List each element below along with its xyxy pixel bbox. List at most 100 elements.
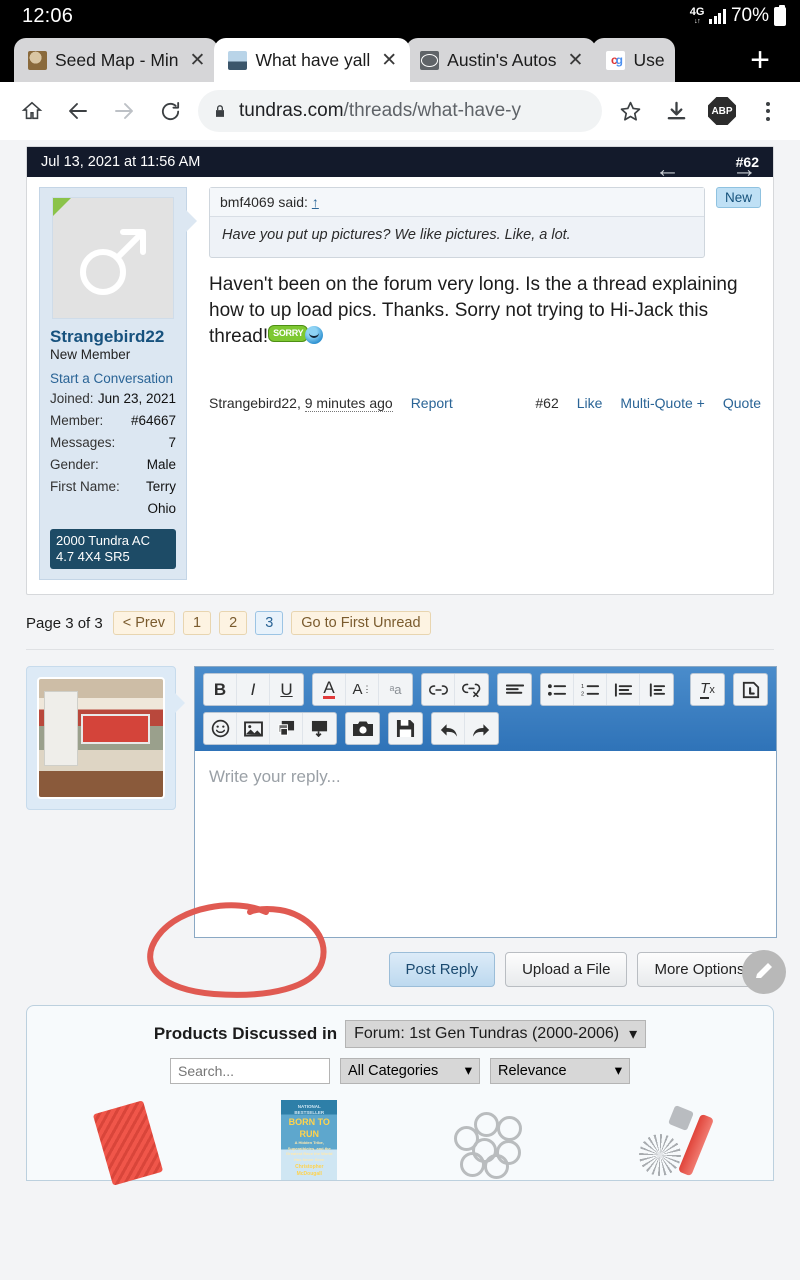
upload-a-file-button[interactable]: Upload a File <box>505 952 628 988</box>
author-field: Member: #64667 <box>50 413 176 429</box>
undo-icon[interactable] <box>432 713 465 745</box>
page-button-2[interactable]: 2 <box>219 611 248 636</box>
battery-percent-label: 70% <box>730 5 769 26</box>
numbered-list-icon[interactable]: 12 <box>574 674 607 706</box>
outdent-icon[interactable] <box>607 674 640 706</box>
indent-icon[interactable] <box>640 674 673 705</box>
online-indicator <box>53 198 71 216</box>
attachment-thumbnail-image <box>37 677 165 800</box>
avatar[interactable] <box>52 197 174 319</box>
browser-tab-seed-map[interactable]: Seed Map - Min ✕ <box>14 38 219 82</box>
product-thumbnail-red-mat[interactable] <box>83 1100 173 1186</box>
reload-icon[interactable] <box>148 89 192 133</box>
battery-icon <box>774 4 786 26</box>
font-size-icon[interactable]: A ⋮ <box>346 674 379 706</box>
insert-media-icon[interactable] <box>270 713 303 745</box>
download-icon[interactable] <box>654 89 698 133</box>
like-button[interactable]: Like <box>577 395 603 411</box>
svg-text:2: 2 <box>581 691 584 696</box>
male-gender-icon <box>80 229 146 296</box>
adblock-button[interactable]: ABP <box>700 89 744 133</box>
camera-icon[interactable] <box>346 713 379 744</box>
new-tab-button[interactable]: + <box>750 43 770 77</box>
edit-pencil-icon[interactable] <box>742 950 786 995</box>
page-indicator: Page 3 of 3 <box>26 614 103 632</box>
quote-button[interactable]: Quote <box>723 395 761 411</box>
url-path: /threads/what-have-y <box>343 100 521 121</box>
insert-quote-icon[interactable] <box>303 713 336 744</box>
post-author-card: Strangebird22 New Member Start a Convers… <box>39 187 197 581</box>
author-field: Messages: 7 <box>50 435 176 451</box>
go-to-first-unread-button[interactable]: Go to First Unread <box>291 611 431 636</box>
jump-to-quote-icon[interactable]: ↑ <box>312 194 319 210</box>
author-title: New Member <box>50 347 131 363</box>
page-button-1[interactable]: 1 <box>183 611 212 636</box>
bold-icon[interactable]: B <box>204 674 237 706</box>
next-post-arrow-icon[interactable]: → <box>732 155 757 184</box>
prev-page-button[interactable]: < Prev <box>112 611 176 636</box>
start-conversation-link[interactable]: Start a Conversation <box>50 371 176 386</box>
quote-text: Have you put up pictures? We like pictur… <box>222 227 571 243</box>
star-icon[interactable] <box>608 89 652 133</box>
tab-title: Austin's Autos <box>447 49 557 70</box>
category-select[interactable]: All Categories ▾ <box>340 1058 480 1085</box>
post-timestamp[interactable]: 9 minutes ago <box>304 394 393 412</box>
product-search-input[interactable] <box>170 1058 330 1085</box>
post-content: New bmf4069 said: ↑ Have you put up pict… <box>187 155 761 580</box>
reply-editor-area: B I U A A ⋮ ᵃa 1 2 T x Write your reply.… <box>26 666 777 939</box>
forward-arrow-icon <box>102 89 146 133</box>
close-icon[interactable]: ✕ <box>565 49 587 72</box>
align-icon[interactable] <box>498 674 531 705</box>
remove-link-icon[interactable] <box>455 674 488 705</box>
redo-icon[interactable] <box>465 713 498 744</box>
product-thumbnail-clamp-pliers[interactable] <box>627 1100 717 1180</box>
signal-strength-icon <box>709 8 726 24</box>
author-vehicle-banner: 2000 Tundra AC 4.7 4X4 SR5 <box>50 528 176 570</box>
close-icon[interactable]: ✕ <box>187 49 209 72</box>
forum-select[interactable]: Forum: 1st Gen Tundras (2000-2006) ▾ <box>345 1020 647 1049</box>
prev-post-arrow-icon[interactable]: ← <box>655 155 680 184</box>
remove-formatting-icon[interactable]: Tx <box>691 674 724 705</box>
insert-link-icon[interactable] <box>422 674 455 706</box>
toggle-bbcode-icon[interactable] <box>734 674 767 705</box>
quote-header[interactable]: bmf4069 said: ↑ <box>210 188 704 217</box>
bullet-list-icon[interactable] <box>541 674 574 706</box>
footer-post-number[interactable]: #62 <box>535 395 558 411</box>
tab-title: Use <box>633 49 665 70</box>
browser-tab-what-have-yall[interactable]: What have yall ✕ <box>214 38 411 82</box>
products-title: Products Discussed in <box>153 1024 338 1044</box>
text-color-icon[interactable]: A <box>313 674 346 706</box>
underline-icon[interactable]: U <box>270 674 303 705</box>
reply-actions: Post Reply Upload a File More Options... <box>26 902 786 998</box>
browser-tab-use[interactable]: cg Use <box>592 38 675 82</box>
page-button-3[interactable]: 3 <box>255 611 284 636</box>
sort-select[interactable]: Relevance ▾ <box>490 1058 630 1085</box>
editor-toolbar: B I U A A ⋮ ᵃa 1 2 T x <box>195 667 776 752</box>
address-bar[interactable]: tundras.com/threads/what-have-y <box>198 90 602 132</box>
attachment-preview[interactable] <box>26 666 185 811</box>
back-arrow-icon[interactable] <box>56 89 100 133</box>
reply-textarea[interactable]: Write your reply... <box>195 751 776 937</box>
report-link[interactable]: Report <box>411 395 453 411</box>
browser-tab-austins-autos[interactable]: Austin's Autos ✕ <box>406 38 597 82</box>
close-icon[interactable]: ✕ <box>378 49 400 72</box>
product-thumbnail-born-to-run[interactable]: NATIONAL BESTSELLER BORN TO RUN A Hidden… <box>264 1100 354 1181</box>
pagination: Page 3 of 3 < Prev 1 2 3 Go to First Unr… <box>26 611 774 651</box>
save-draft-icon[interactable] <box>389 713 422 744</box>
author-username[interactable]: Strangebird22 <box>50 327 176 347</box>
smilies-icon[interactable] <box>204 713 237 745</box>
post-message: Haven't been on the forum very long. Is … <box>209 272 761 351</box>
post-nav-arrows: ← → <box>655 155 757 184</box>
italic-icon[interactable]: I <box>237 674 270 706</box>
menu-kebab-icon[interactable] <box>746 89 790 133</box>
insert-image-icon[interactable] <box>237 713 270 745</box>
font-family-icon[interactable]: ᵃa <box>379 674 412 705</box>
home-icon[interactable] <box>10 89 54 133</box>
post-reply-button[interactable]: Post Reply <box>388 952 496 988</box>
product-thumbnail-hose-clamps[interactable] <box>446 1100 536 1180</box>
browser-toolbar: tundras.com/threads/what-have-y ABP <box>0 82 800 140</box>
status-badge: New <box>715 187 761 208</box>
multi-quote-button[interactable]: Multi-Quote + <box>620 395 704 411</box>
post-footer: ← → Strangebird22, 9 minutes ago Report … <box>209 155 761 412</box>
book-banner: NATIONAL BESTSELLER <box>294 1104 325 1116</box>
